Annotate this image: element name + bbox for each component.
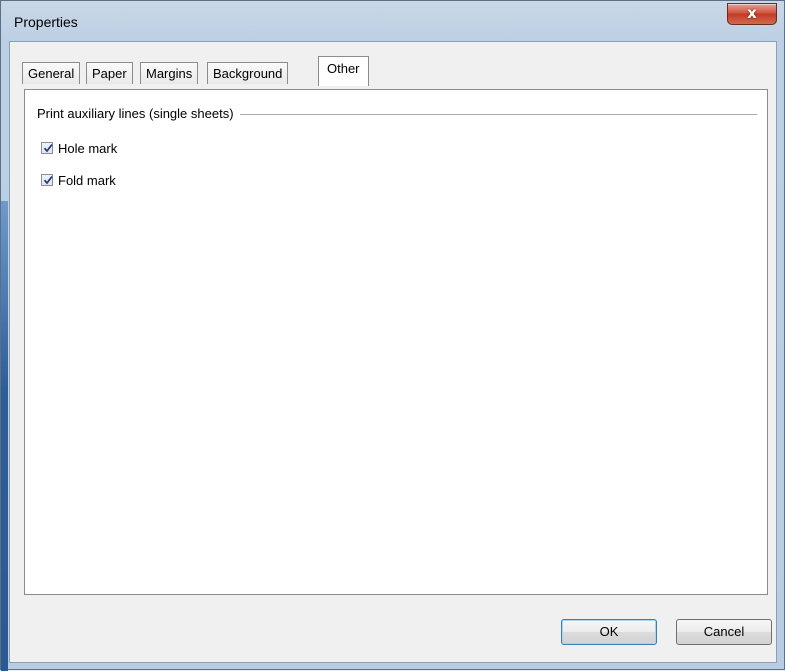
tab-margins[interactable]: Margins bbox=[140, 62, 199, 84]
hole-mark-label: Hole mark bbox=[58, 140, 118, 156]
checkmark-icon bbox=[43, 143, 53, 153]
close-button[interactable]: x bbox=[727, 3, 777, 25]
tab-general[interactable]: General bbox=[22, 62, 81, 84]
ok-button[interactable]: OK bbox=[561, 619, 657, 645]
window-title: Properties bbox=[14, 14, 78, 30]
window-left-accent bbox=[1, 201, 8, 671]
checkmark-icon bbox=[43, 175, 53, 185]
cancel-button[interactable]: Cancel bbox=[676, 619, 772, 645]
title-bar[interactable]: Properties x bbox=[1, 1, 785, 41]
fold-mark-checkbox[interactable] bbox=[41, 174, 53, 186]
hole-mark-option[interactable]: Hole mark bbox=[41, 139, 117, 157]
fold-mark-label: Fold mark bbox=[58, 172, 116, 188]
tab-paper[interactable]: Paper bbox=[86, 62, 133, 84]
fold-mark-option[interactable]: Fold mark bbox=[41, 171, 116, 189]
tab-panel-other: Print auxiliary lines (single sheets) Ho… bbox=[24, 89, 768, 595]
group-title: Print auxiliary lines (single sheets) bbox=[37, 106, 240, 121]
close-icon: x bbox=[747, 4, 757, 22]
tab-other[interactable]: Other bbox=[318, 56, 369, 86]
dialog-window: Properties x General Paper Margins Backg… bbox=[0, 0, 785, 671]
hole-mark-checkbox[interactable] bbox=[41, 142, 53, 154]
dialog-client-area: General Paper Margins Background Other P… bbox=[9, 41, 777, 663]
tab-background[interactable]: Background bbox=[207, 62, 289, 84]
